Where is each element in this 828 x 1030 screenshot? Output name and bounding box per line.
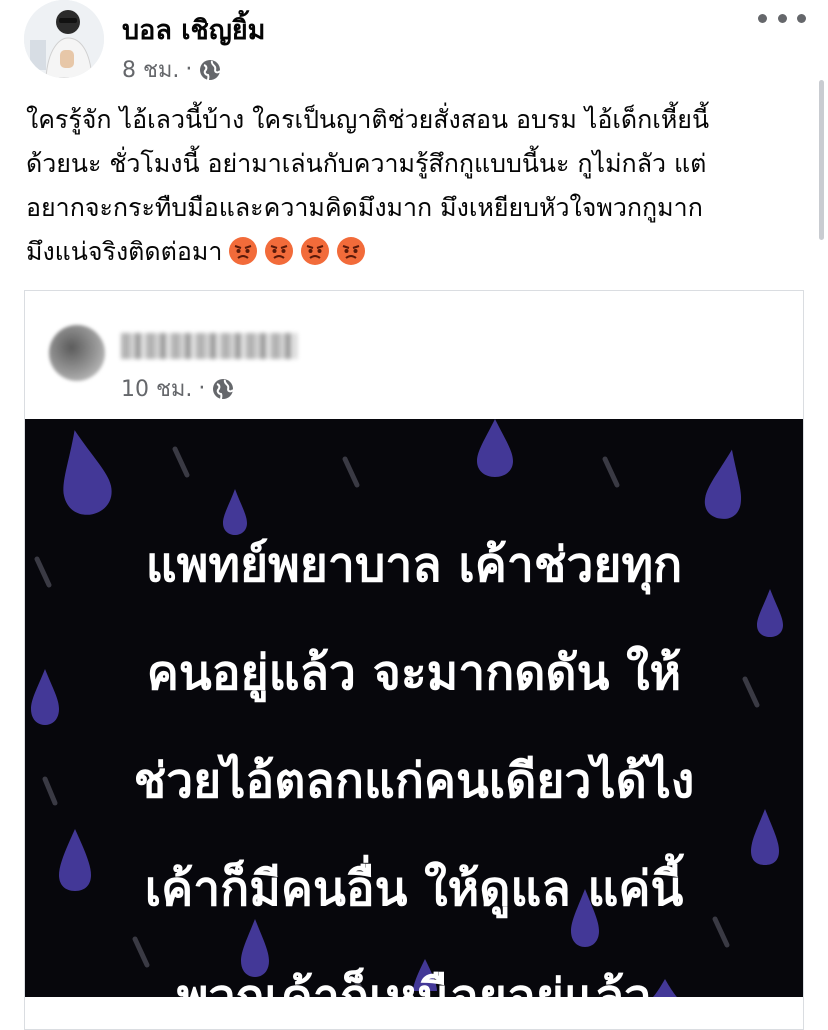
shared-post-image[interactable]: แพทย์พยาบาล เค้าช่วยทุก คนอยู่แล้ว จะมาก…: [25, 419, 803, 997]
image-text-line: คนอยู่แล้ว จะมากดดัน ให้: [146, 645, 682, 701]
shared-post[interactable]: 10 ชม. · แพทย์พยาบาล เค้าช่วยทุก คนอยู่แ…: [24, 290, 804, 1030]
globe-icon[interactable]: [211, 377, 235, 401]
shared-author-avatar-blurred[interactable]: [49, 325, 105, 381]
shared-post-meta: 10 ชม. ·: [121, 371, 235, 406]
post-text-line: ใครรู้จัก ไอ้เลวนี้บ้าง ใครเป็นญาติช่วยส…: [26, 105, 710, 134]
globe-icon[interactable]: [198, 58, 222, 82]
meta-separator: ·: [198, 376, 206, 401]
image-text-line: เค้าก็มีคนอื่น ให้ดูแล แค่นี้: [144, 861, 684, 917]
more-options-icon[interactable]: [758, 4, 806, 32]
post-text-line: ด้วยนะ ชั่วโมงนี้ อย่ามาเล่นกับความรู้สึ…: [26, 149, 707, 178]
angry-face-emoji: [301, 237, 330, 265]
author-avatar[interactable]: [24, 0, 104, 78]
image-text-line: พวกเค้าก็เหนือยอยู่แล้ว: [176, 969, 652, 997]
author-name[interactable]: บอล เชิญยิ้ม: [122, 8, 265, 51]
post-timestamp[interactable]: 8 ชม.: [122, 52, 179, 87]
post-body: ใครรู้จัก ไอ้เลวนี้บ้าง ใครเป็นญาติช่วยส…: [26, 98, 806, 274]
meta-separator: ·: [185, 57, 193, 82]
angry-face-emoji: [265, 237, 294, 265]
image-text-line: ช่วยไอ้ตลกแก่คนเดียวได้ไง: [133, 753, 695, 809]
angry-face-emoji: [337, 237, 366, 265]
image-text-line: แพทย์พยาบาล เค้าช่วยทุก: [145, 537, 683, 593]
shared-post-timestamp[interactable]: 10 ชม.: [121, 371, 192, 406]
scrollbar[interactable]: [819, 80, 824, 240]
shared-author-name-blurred[interactable]: [121, 333, 297, 359]
dot-icon: [758, 13, 767, 23]
image-caption: แพทย์พยาบาล เค้าช่วยทุก คนอยู่แล้ว จะมาก…: [25, 511, 803, 997]
post-header: บอล เชิญยิ้ม 8 ชม. ·: [0, 0, 828, 90]
post-text-line-last: มึงแน่จริงติดต่อมา: [26, 230, 806, 274]
post-text-line: มึงแน่จริงติดต่อมา: [26, 237, 223, 266]
dot-icon: [777, 13, 787, 23]
angry-face-emoji: [229, 237, 258, 265]
post-text-line: อยากจะกระทืบมือและความคิดมึงมาก มึงเหยีย…: [26, 193, 703, 222]
dot-icon: [797, 13, 806, 23]
post-meta: 8 ชม. ·: [122, 52, 222, 87]
